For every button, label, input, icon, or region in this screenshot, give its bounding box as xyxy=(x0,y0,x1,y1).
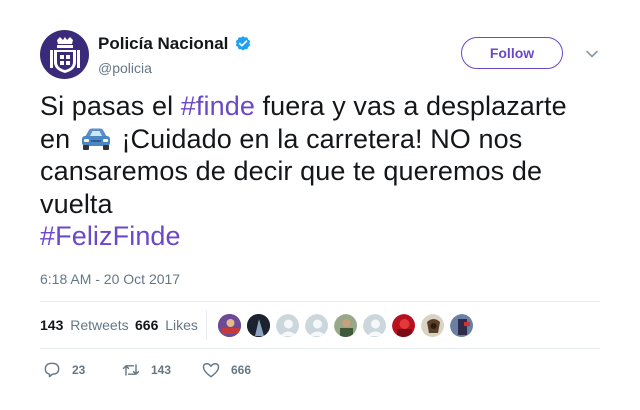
hashtag-link[interactable]: #FelizFinde xyxy=(40,221,181,251)
reply-button[interactable]: 23 xyxy=(42,360,85,380)
retweet-icon xyxy=(122,364,140,376)
handle[interactable]: @policia xyxy=(98,60,252,76)
author-info: Policía Nacional @policia xyxy=(98,34,252,76)
liker-avatar[interactable] xyxy=(217,313,242,338)
liker-avatar[interactable] xyxy=(420,313,445,338)
retweet-count: 143 xyxy=(151,363,172,377)
tweet-text-part: ¡Cuidado en la carretera! NO nos cansare… xyxy=(40,123,543,219)
retweet-button[interactable]: 143 xyxy=(121,360,171,380)
stats-divider xyxy=(206,310,207,340)
liker-avatar[interactable] xyxy=(275,313,300,338)
like-count: 666 xyxy=(231,363,252,377)
chevron-down-icon[interactable] xyxy=(585,47,599,61)
retweets-count: 143 xyxy=(40,317,64,333)
hashtag-link[interactable]: #finde xyxy=(181,91,255,121)
likes-label: Likes xyxy=(165,317,198,333)
reply-icon xyxy=(44,362,60,378)
liker-avatar[interactable] xyxy=(333,313,358,338)
tweet-actions: 23 143 666 xyxy=(40,358,600,382)
liker-avatar[interactable] xyxy=(391,313,416,338)
follow-button[interactable]: Follow xyxy=(461,37,563,69)
car-icon xyxy=(81,128,110,150)
police-badge-icon xyxy=(49,36,80,73)
like-button[interactable]: 666 xyxy=(201,360,251,380)
liker-avatar[interactable] xyxy=(246,313,271,338)
tweet-text-part: fuera y vas a desplazarte xyxy=(254,91,567,121)
retweets-label: Retweets xyxy=(70,317,129,333)
tweet-text-part: en xyxy=(40,123,78,154)
liker-avatar[interactable] xyxy=(304,313,329,338)
likes-count: 666 xyxy=(135,317,159,333)
liker-avatar[interactable] xyxy=(362,313,387,338)
reply-count: 23 xyxy=(72,363,86,377)
avatar[interactable] xyxy=(40,30,89,79)
divider xyxy=(40,348,600,349)
tweet-timestamp[interactable]: 6:18 AM - 20 Oct 2017 xyxy=(40,271,180,287)
tweet-text: Si pasas el #finde fuera y vas a desplaz… xyxy=(40,90,610,253)
display-name[interactable]: Policía Nacional xyxy=(98,34,228,54)
tweet-text-part: Si pasas el xyxy=(40,91,181,121)
tweet-header: Policía Nacional @policia Follow xyxy=(40,30,600,82)
retweets-stat[interactable]: 143 Retweets xyxy=(40,317,129,333)
heart-icon xyxy=(202,363,220,378)
liker-avatar[interactable] xyxy=(449,313,474,338)
tweet-stats: 143 Retweets 666 Likes xyxy=(40,302,600,348)
likes-stat[interactable]: 666 Likes xyxy=(135,317,198,333)
verified-badge-icon xyxy=(236,36,251,51)
